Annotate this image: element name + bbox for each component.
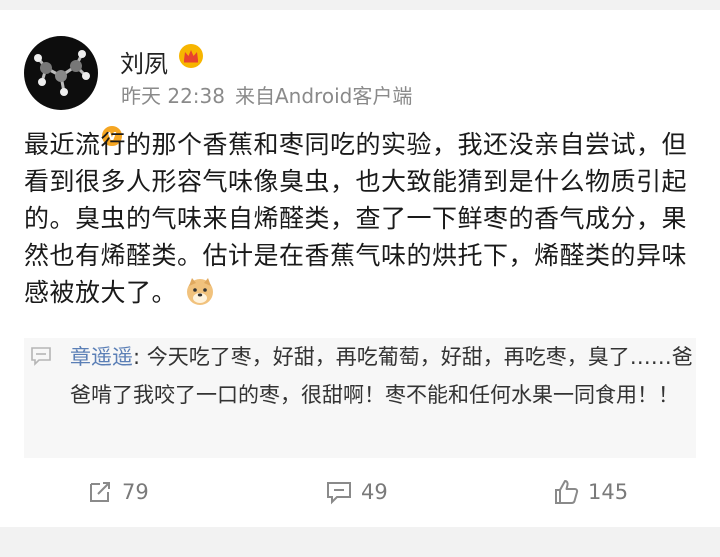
like-button[interactable]: 145	[552, 478, 628, 506]
comment-count: 49	[361, 480, 388, 504]
post-time: 昨天 22:38	[121, 84, 225, 108]
like-count: 145	[588, 480, 629, 504]
post-text: 最近流行的那个香蕉和枣同吃的实验，我还没亲自尝试，但看到很多人形容气味像臭虫，也…	[24, 130, 688, 307]
comment-button[interactable]: 49	[325, 478, 388, 506]
comment-count-icon	[327, 482, 351, 505]
doge-emoji-icon	[185, 276, 215, 306]
post-meta: 昨天 22:38 来自Android客户端	[121, 80, 422, 109]
post-body: 最近流行的那个香蕉和枣同吃的实验，我还没亲自尝试，但看到很多人形容气味像臭虫，也…	[24, 126, 704, 311]
repost-count: 79	[122, 480, 149, 504]
repost-button[interactable]: 79	[86, 478, 149, 506]
post-source: 来自Android客户端	[235, 84, 413, 108]
comment-text: 今天吃了枣，好甜，再吃葡萄，好甜，再吃枣，臭了……爸爸啃了我咬了一口的枣，很甜啊…	[70, 345, 693, 407]
comment-text-block: 章遥遥: 今天吃了枣，好甜，再吃葡萄，好甜，再吃枣，臭了……爸爸啃了我咬了一口的…	[70, 338, 694, 414]
repost-icon	[90, 482, 110, 502]
crown-icon	[179, 44, 203, 68]
bottom-divider	[0, 527, 720, 557]
author-name[interactable]: 刘夙	[120, 44, 168, 79]
comment-preview[interactable]: 章遥遥: 今天吃了枣，好甜，再吃葡萄，好甜，再吃枣，臭了……爸爸啃了我咬了一口的…	[24, 338, 696, 458]
comment-author-link[interactable]: 章遥遥	[70, 345, 133, 369]
post-header: v 刘夙 昨天 22:38 来自Android客户端	[0, 0, 720, 148]
like-icon	[555, 480, 579, 504]
avatar[interactable]: v	[24, 36, 124, 148]
molecule-avatar-icon	[34, 50, 90, 96]
action-bar: 79 49 145	[0, 470, 720, 520]
comment-icon	[31, 347, 51, 366]
